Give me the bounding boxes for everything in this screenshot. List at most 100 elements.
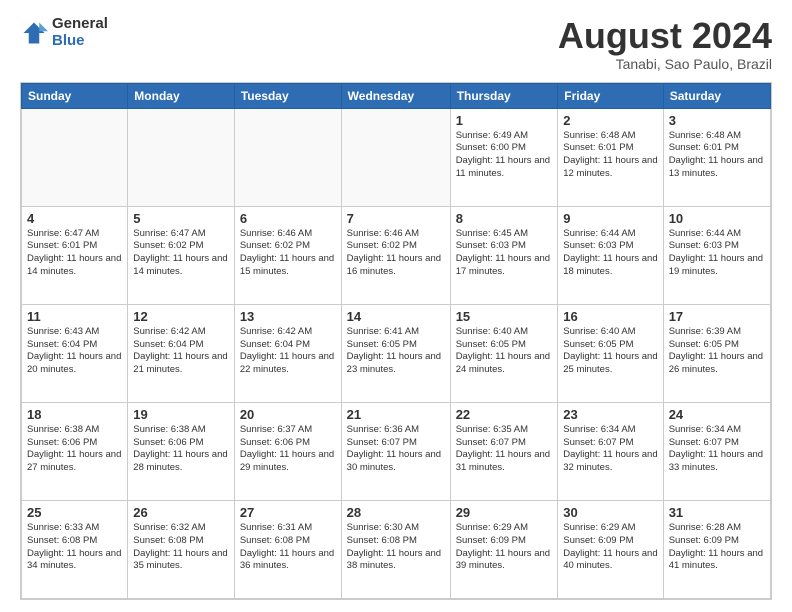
th-friday: Friday (558, 83, 663, 108)
day-number: 24 (669, 407, 765, 422)
day-info-line: Sunset: 6:07 PM (347, 437, 445, 450)
day-cell: 4 Sunrise: 6:47 AMSunset: 6:01 PMDaylight… (22, 206, 128, 304)
day-info-line: Daylight: 11 hours and 30 minutes. (347, 449, 445, 475)
logo-text: General Blue (52, 16, 108, 49)
week-row-2: 4Sunrise: 6:47 AMSunset: 6:01 PMDaylight… (22, 206, 771, 304)
day-cell: 22 Sunrise: 6:35 AMSunset: 6:07 PMDayligh… (450, 402, 558, 500)
day-info-line: Daylight: 11 hours and 26 minutes. (669, 351, 765, 377)
location: Tanabi, Sao Paulo, Brazil (558, 56, 772, 72)
day-info-line: Daylight: 11 hours and 40 minutes. (563, 548, 657, 574)
day-number: 12 (133, 309, 229, 324)
day-info-line: Daylight: 11 hours and 34 minutes. (27, 548, 122, 574)
day-info-line: Sunrise: 6:43 AM (27, 326, 122, 339)
day-cell: 2Sunrise: 6:48 AMSunset: 6:01 PMDaylight… (558, 108, 663, 206)
th-thursday: Thursday (450, 83, 558, 108)
day-cell: 5Sunrise: 6:47 AMSunset: 6:02 PMDaylight… (128, 206, 235, 304)
day-info-line: Daylight: 11 hours and 25 minutes. (563, 351, 657, 377)
day-cell: 3Sunrise: 6:48 AMSunset: 6:01 PMDaylight… (663, 108, 770, 206)
day-cell: 19Sunrise: 6:38 AMSunset: 6:06 PMDayligh… (128, 402, 235, 500)
day-cell (128, 108, 235, 206)
day-cell: 28Sunrise: 6:30 AMSunset: 6:08 PMDayligh… (341, 500, 450, 598)
day-info-line: Sunrise: 6:38 AM (133, 424, 229, 437)
day-info-line: Sunset: 6:04 PM (240, 339, 336, 352)
day-cell: 14Sunrise: 6:41 AMSunset: 6:05 PMDayligh… (341, 304, 450, 402)
day-info-line: Sunrise: 6:29 AM (563, 522, 657, 535)
day-info-line: Sunset: 6:06 PM (240, 437, 336, 450)
day-info-line: Sunset: 6:04 PM (133, 339, 229, 352)
day-info-line: Sunrise: 6:39 AM (669, 326, 765, 339)
day-info-line: Sunrise: 6:35 AM (456, 424, 553, 437)
day-info-line: Daylight: 11 hours and 23 minutes. (347, 351, 445, 377)
day-info-line: Daylight: 11 hours and 13 minutes. (669, 155, 765, 181)
day-info-line: Daylight: 11 hours and 24 minutes. (456, 351, 553, 377)
day-number: 8 (456, 211, 553, 226)
week-row-5: 25Sunrise: 6:33 AMSunset: 6:08 PMDayligh… (22, 500, 771, 598)
th-sunday: Sunday (22, 83, 128, 108)
day-number: 20 (240, 407, 336, 422)
day-info-line: Sunset: 6:07 PM (669, 437, 765, 450)
day-cell: 12Sunrise: 6:42 AMSunset: 6:04 PMDayligh… (128, 304, 235, 402)
day-number: 31 (669, 505, 765, 520)
day-info-line: Sunrise: 6:47 AM (133, 228, 229, 241)
day-cell: 25 Sunrise: 6:33 AMSunset: 6:08 PMDayligh… (22, 500, 128, 598)
day-cell: 7Sunrise: 6:46 AMSunset: 6:02 PMDaylight… (341, 206, 450, 304)
day-info-line: Sunrise: 6:47 AM (27, 228, 122, 241)
day-info-line: Daylight: 11 hours and 15 minutes. (240, 253, 336, 279)
day-number: 10 (669, 211, 765, 226)
day-number: 25 (27, 505, 122, 520)
day-cell: 16 Sunrise: 6:40 AMSunset: 6:05 PMDayligh… (558, 304, 663, 402)
day-info-line: Sunrise: 6:32 AM (133, 522, 229, 535)
day-info-line: Sunset: 6:08 PM (27, 535, 122, 548)
calendar-header: Sunday Monday Tuesday Wednesday Thursday… (22, 83, 771, 108)
header: General Blue August 2024 Tanabi, Sao Pau… (20, 16, 772, 72)
day-info-line: Sunrise: 6:28 AM (669, 522, 765, 535)
day-info-line: Sunset: 6:05 PM (563, 339, 657, 352)
logo-general-text: General (52, 16, 108, 33)
day-number: 22 (456, 407, 553, 422)
day-info-line: Sunset: 6:03 PM (563, 240, 657, 253)
day-info-line: Sunrise: 6:30 AM (347, 522, 445, 535)
day-number: 4 (27, 211, 122, 226)
day-info-line: Daylight: 11 hours and 17 minutes. (456, 253, 553, 279)
day-number: 7 (347, 211, 445, 226)
day-info-line: Sunrise: 6:42 AM (133, 326, 229, 339)
day-info-line: Sunset: 6:09 PM (563, 535, 657, 548)
day-number: 26 (133, 505, 229, 520)
day-number: 27 (240, 505, 336, 520)
day-info-line: Sunset: 6:09 PM (669, 535, 765, 548)
day-info-line: Daylight: 11 hours and 35 minutes. (133, 548, 229, 574)
day-cell: 18Sunrise: 6:38 AMSunset: 6:06 PMDayligh… (22, 402, 128, 500)
day-info-line: Daylight: 11 hours and 22 minutes. (240, 351, 336, 377)
day-info-line: Daylight: 11 hours and 31 minutes. (456, 449, 553, 475)
day-number: 19 (133, 407, 229, 422)
day-cell: 27Sunrise: 6:31 AMSunset: 6:08 PMDayligh… (234, 500, 341, 598)
day-info-line: Daylight: 11 hours and 36 minutes. (240, 548, 336, 574)
day-info-line: Daylight: 11 hours and 14 minutes. (133, 253, 229, 279)
day-cell: 17Sunrise: 6:39 AMSunset: 6:05 PMDayligh… (663, 304, 770, 402)
calendar-body: 1Sunrise: 6:49 AMSunset: 6:00 PMDaylight… (22, 108, 771, 598)
logo-icon (20, 19, 48, 47)
week-row-3: 11Sunrise: 6:43 AMSunset: 6:04 PMDayligh… (22, 304, 771, 402)
day-info-line: Sunset: 6:07 PM (456, 437, 553, 450)
day-info-line: Daylight: 11 hours and 12 minutes. (563, 155, 657, 181)
day-info-line: Sunrise: 6:42 AM (240, 326, 336, 339)
day-info-line: Sunset: 6:01 PM (27, 240, 122, 253)
day-number: 15 (456, 309, 553, 324)
day-cell: 29Sunrise: 6:29 AMSunset: 6:09 PMDayligh… (450, 500, 558, 598)
day-info-line: Sunrise: 6:46 AM (347, 228, 445, 241)
day-number: 28 (347, 505, 445, 520)
day-info-line: Sunrise: 6:37 AM (240, 424, 336, 437)
day-info-line: Daylight: 11 hours and 14 minutes. (27, 253, 122, 279)
day-cell: 10Sunrise: 6:44 AMSunset: 6:03 PMDayligh… (663, 206, 770, 304)
day-number: 30 (563, 505, 657, 520)
day-number: 16 (563, 309, 657, 324)
day-info-line: Daylight: 11 hours and 19 minutes. (669, 253, 765, 279)
day-number: 6 (240, 211, 336, 226)
day-info-line: Sunset: 6:01 PM (669, 142, 765, 155)
day-info-line: Sunrise: 6:33 AM (27, 522, 122, 535)
day-info-line: Sunset: 6:07 PM (563, 437, 657, 450)
day-info-line: Sunrise: 6:40 AM (563, 326, 657, 339)
day-number: 9 (563, 211, 657, 226)
day-number: 1 (456, 113, 553, 128)
day-info-line: Sunset: 6:00 PM (456, 142, 553, 155)
